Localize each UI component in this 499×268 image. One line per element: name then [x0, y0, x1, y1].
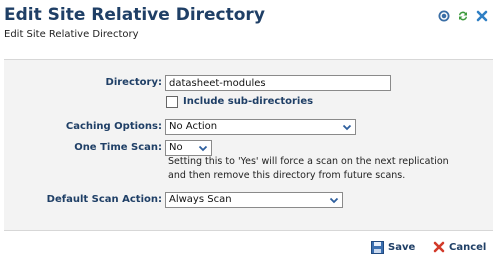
chevron-down-icon [329, 197, 339, 204]
header-actions [437, 9, 489, 23]
one-time-scan-help-line-2: and then remove this directory from futu… [168, 170, 406, 181]
directory-label: Directory: [105, 77, 162, 88]
page-title: Edit Site Relative Directory [4, 5, 265, 25]
one-time-scan-value: No [169, 142, 183, 153]
save-icon [371, 241, 384, 254]
page-header: Edit Site Relative Directory Edit Site R… [0, 0, 499, 45]
caching-options-select[interactable]: No Action [165, 119, 356, 135]
cancel-label: Cancel [449, 241, 487, 253]
page-subtitle: Edit Site Relative Directory [4, 29, 139, 40]
default-scan-action-label: Default Scan Action: [46, 194, 162, 205]
form-panel: Directory: datasheet-modules Include sub… [4, 59, 493, 231]
default-scan-action-value: Always Scan [169, 194, 232, 205]
one-time-scan-label: One Time Scan: [74, 142, 162, 153]
save-label: Save [388, 242, 416, 253]
include-sub-directories-label: Include sub-directories [183, 96, 314, 107]
chevron-down-icon [342, 124, 352, 131]
close-icon [433, 241, 445, 253]
help-icon[interactable] [437, 9, 451, 23]
save-button[interactable]: Save [371, 241, 415, 254]
directory-field[interactable]: datasheet-modules [165, 75, 391, 91]
caching-options-value: No Action [169, 121, 218, 132]
chevron-down-icon [198, 145, 208, 152]
refresh-icon[interactable] [456, 9, 470, 23]
default-scan-action-select[interactable]: Always Scan [165, 192, 343, 208]
cancel-button[interactable]: Cancel [433, 241, 486, 253]
close-icon[interactable] [475, 9, 489, 23]
include-sub-directories-checkbox[interactable] [166, 96, 178, 108]
one-time-scan-help-line-1: Setting this to 'Yes' will force a scan … [168, 156, 449, 167]
caching-options-label: Caching Options: [65, 121, 162, 132]
one-time-scan-select[interactable]: No [165, 140, 212, 156]
one-time-scan-help: Setting this to 'Yes' will force a scan … [168, 155, 498, 183]
